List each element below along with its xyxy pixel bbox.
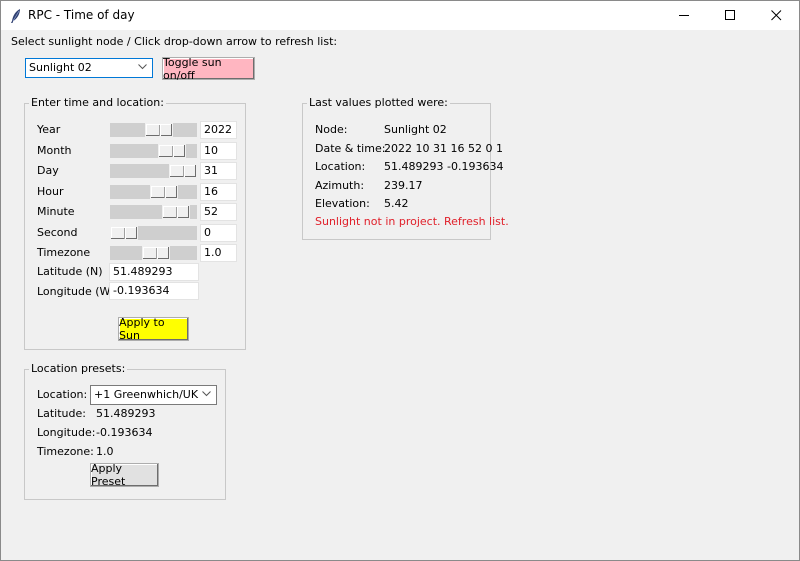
window-title: RPC - Time of day	[28, 8, 135, 22]
second-slider-thumb[interactable]	[110, 226, 138, 240]
second-label: Second	[37, 226, 78, 239]
last-elevation-label: Elevation:	[315, 197, 370, 210]
node-instruction-label: Select sunlight node / Click drop-down a…	[11, 35, 338, 48]
minute-input[interactable]: 52	[200, 203, 237, 221]
app-window: RPC - Time of day Select sunlight node /…	[0, 0, 800, 561]
month-label: Month	[37, 144, 72, 157]
apply-to-sun-button[interactable]: Apply to Sun	[118, 316, 189, 342]
time-location-title: Enter time and location:	[29, 96, 166, 109]
title-bar: RPC - Time of day	[1, 1, 799, 30]
sunlight-node-select[interactable]: Sunlight 02	[25, 58, 153, 78]
timezone-slider-thumb[interactable]	[142, 246, 170, 260]
close-button[interactable]	[753, 1, 799, 30]
year-slider[interactable]	[110, 123, 197, 137]
preset-latitude-label: Latitude:	[37, 407, 86, 420]
year-input[interactable]: 2022	[200, 121, 237, 139]
preset-timezone-value: 1.0	[96, 445, 114, 458]
longitude-input[interactable]: -0.193634	[109, 282, 199, 300]
chevron-down-icon[interactable]	[202, 391, 211, 397]
timezone-slider[interactable]	[110, 246, 197, 260]
preset-longitude-label: Longitude:	[37, 426, 96, 439]
month-slider-thumb[interactable]	[158, 144, 186, 158]
last-node-label: Node:	[315, 123, 348, 136]
minimize-icon	[678, 15, 689, 16]
hour-slider-thumb[interactable]	[150, 185, 178, 199]
close-icon	[770, 10, 781, 21]
preset-timezone-label: Timezone:	[37, 445, 94, 458]
second-input[interactable]: 0	[200, 224, 237, 242]
month-slider[interactable]	[110, 144, 197, 158]
status-message: Sunlight not in project. Refresh list.	[315, 215, 509, 228]
timezone-label: Timezone	[37, 246, 91, 259]
location-presets-title: Location presets:	[29, 362, 128, 375]
latitude-label: Latitude (N)	[37, 265, 103, 278]
last-azimuth-value: 239.17	[384, 178, 423, 192]
last-values-title: Last values plotted were:	[307, 96, 450, 109]
preset-location-label: Location:	[37, 388, 88, 401]
minute-slider[interactable]	[110, 205, 197, 219]
timezone-input[interactable]: 1.0	[200, 244, 237, 262]
preset-latitude-value: 51.489293	[96, 407, 156, 420]
latitude-input[interactable]: 51.489293	[109, 263, 199, 281]
chevron-down-icon[interactable]	[138, 64, 147, 70]
last-node-value: Sunlight 02	[384, 123, 447, 136]
day-label: Day	[37, 164, 59, 177]
minimize-button[interactable]	[661, 1, 707, 30]
feather-icon	[11, 9, 20, 23]
toggle-sun-button[interactable]: Toggle sun on/off	[162, 56, 255, 82]
year-label: Year	[37, 123, 61, 136]
last-date-time-value: 2022 10 31 16 52 0 1	[384, 141, 503, 155]
maximize-icon	[724, 10, 735, 20]
last-azimuth-label: Azimuth:	[315, 178, 365, 192]
day-slider[interactable]	[110, 164, 197, 178]
day-slider-thumb[interactable]	[169, 164, 197, 178]
hour-input[interactable]: 16	[200, 183, 237, 201]
last-location-value: 51.489293 -0.193634	[384, 160, 504, 173]
day-input[interactable]: 31	[200, 162, 237, 180]
hour-slider[interactable]	[110, 185, 197, 199]
sunlight-node-value: Sunlight 02	[29, 61, 92, 74]
minute-label: Minute	[37, 205, 75, 218]
longitude-label: Longitude (W)	[37, 285, 115, 298]
preset-longitude-value: -0.193634	[96, 426, 153, 439]
month-input[interactable]: 10	[200, 142, 237, 160]
preset-location-select[interactable]: +1 Greenwhich/UK	[90, 385, 217, 405]
last-location-label: Location:	[315, 160, 366, 173]
maximize-button[interactable]	[707, 1, 753, 30]
hour-label: Hour	[37, 185, 64, 198]
apply-preset-button[interactable]: Apply Preset	[90, 462, 159, 488]
minute-slider-thumb[interactable]	[162, 205, 190, 219]
year-slider-thumb[interactable]	[145, 123, 173, 137]
second-slider[interactable]	[110, 226, 197, 240]
preset-location-value: +1 Greenwhich/UK	[94, 388, 199, 401]
last-date-time-label: Date & time:	[315, 141, 386, 155]
last-elevation-value: 5.42	[384, 197, 409, 210]
